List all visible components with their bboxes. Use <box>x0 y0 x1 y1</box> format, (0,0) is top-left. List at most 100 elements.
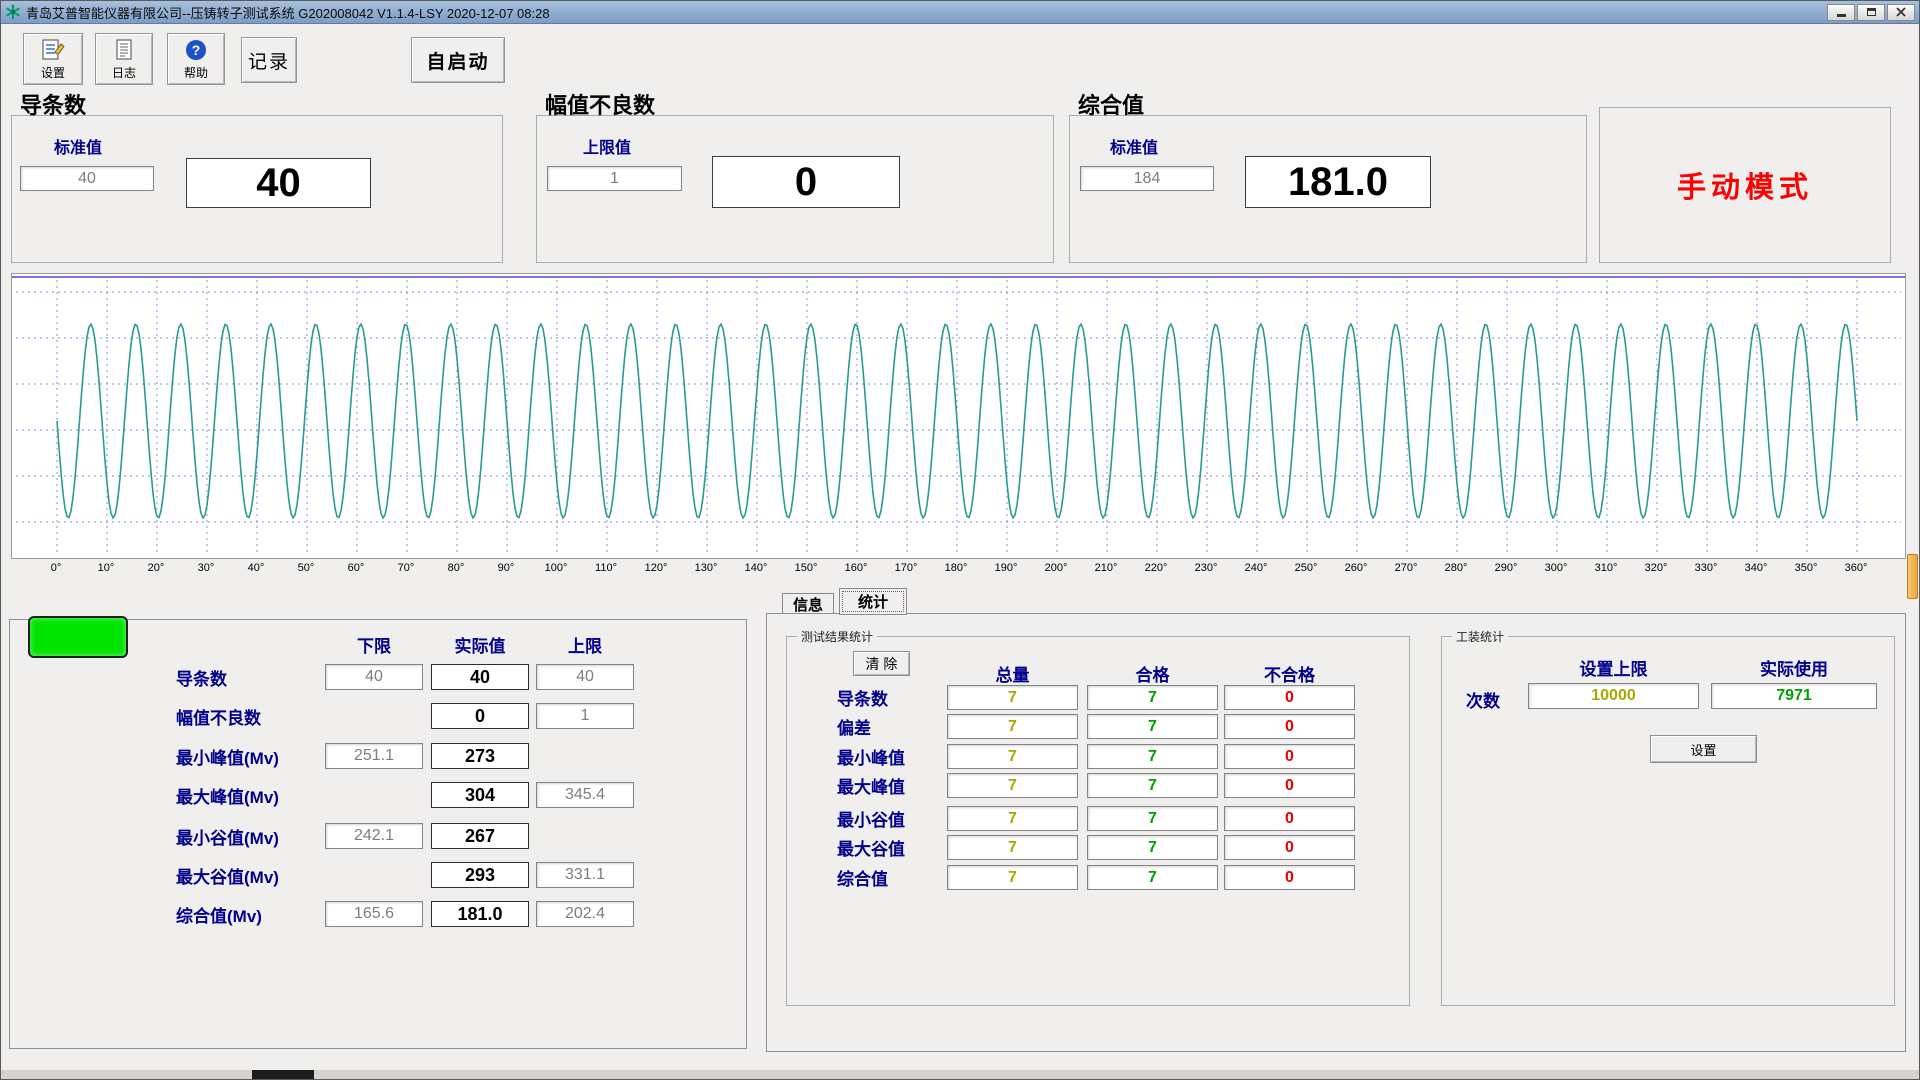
x-axis-tick: 120° <box>636 562 676 574</box>
stat-row-label: 最大峰值 <box>837 773 943 798</box>
composite-panel-title: 综合值 <box>1078 88 1144 120</box>
bar-count-std-input[interactable] <box>20 166 154 191</box>
actual-use-label: 实际使用 <box>1711 655 1877 680</box>
x-axis-tick: 340° <box>1736 562 1776 574</box>
x-axis-tick: 30° <box>186 562 226 574</box>
results-lower-header: 下限 <box>325 632 423 657</box>
result-actual-value: 0 <box>431 703 529 729</box>
titlebar: 青岛艾普智能仪器有限公司--压铸转子测试系统 G202008042 V1.1.4… <box>1 1 1919 24</box>
tab-stats[interactable]: 统计 <box>839 588 907 615</box>
tooling-settings-button-label: 设置 <box>1690 740 1716 759</box>
count-label: 次数 <box>1466 687 1500 712</box>
x-axis-tick: 220° <box>1136 562 1176 574</box>
tooling-settings-button[interactable]: 设置 <box>1650 735 1757 763</box>
x-axis-tick: 140° <box>736 562 776 574</box>
minimize-button[interactable] <box>1827 4 1855 21</box>
window-controls <box>1827 4 1915 21</box>
x-axis-tick: 280° <box>1436 562 1476 574</box>
result-actual-value: 40 <box>431 664 529 690</box>
scrollbar-thumb[interactable] <box>1907 554 1918 599</box>
result-lower-value: 242.1 <box>325 823 423 849</box>
minimize-icon <box>1837 14 1846 17</box>
close-button[interactable] <box>1887 4 1915 21</box>
amp-defect-limit-input[interactable] <box>547 166 682 191</box>
stat-pass-value: 7 <box>1087 685 1218 710</box>
x-axis-tick: 320° <box>1636 562 1676 574</box>
stat-total-value: 7 <box>947 865 1078 890</box>
stat-total-value: 7 <box>947 806 1078 831</box>
stat-row-label: 导条数 <box>837 685 943 710</box>
stat-total-value: 7 <box>947 685 1078 710</box>
bar-count-display: 40 <box>186 158 371 208</box>
x-axis-tick: 300° <box>1536 562 1576 574</box>
stat-pass-value: 7 <box>1087 806 1218 831</box>
x-axis-tick: 230° <box>1186 562 1226 574</box>
composite-std-input[interactable] <box>1080 166 1214 191</box>
test-stats-group: 测试结果统计 清 除 总量 合格 不合格 导条数770偏差770最小峰值770最… <box>786 636 1410 1006</box>
tab-stats-label: 统计 <box>858 591 888 612</box>
stat-row-label: 偏差 <box>837 714 943 739</box>
x-axis-tick: 60° <box>336 562 376 574</box>
x-axis-labels: 0°10°20°30°40°50°60°70°80°90°100°110°120… <box>11 562 1906 578</box>
x-axis-tick: 250° <box>1286 562 1326 574</box>
maximize-icon <box>1867 8 1876 16</box>
result-upper-value: 345.4 <box>536 782 634 808</box>
taskbar-strip <box>1 1070 1919 1079</box>
result-row-label: 综合值(Mv) <box>176 901 328 927</box>
stat-row-label: 最大谷值 <box>837 835 943 860</box>
x-axis-tick: 0° <box>36 562 76 574</box>
settings-icon <box>40 38 66 62</box>
clear-button[interactable]: 清 除 <box>853 651 910 676</box>
x-axis-tick: 240° <box>1236 562 1276 574</box>
app-window: 青岛艾普智能仪器有限公司--压铸转子测试系统 G202008042 V1.1.4… <box>0 0 1920 1080</box>
tooling-stats-group: 工装统计 设置上限 实际使用 次数 10000 7971 设置 <box>1441 636 1895 1006</box>
log-icon <box>113 38 135 62</box>
bar-count-panel-title: 导条数 <box>20 88 86 120</box>
stat-fail-value: 0 <box>1224 744 1355 769</box>
stat-pass-value: 7 <box>1087 835 1218 860</box>
stats-pass-header: 合格 <box>1087 661 1218 686</box>
results-actual-header: 实际值 <box>431 632 529 657</box>
mode-indicator: 手动模式 <box>1677 164 1813 206</box>
svg-text:?: ? <box>192 42 201 58</box>
x-axis-tick: 130° <box>686 562 726 574</box>
result-upper-value: 1 <box>536 703 634 729</box>
stat-total-value: 7 <box>947 744 1078 769</box>
test-stats-group-title: 测试结果统计 <box>797 628 877 645</box>
set-limit-value: 10000 <box>1528 683 1699 709</box>
help-toolbar-button[interactable]: ? 帮助 <box>167 33 225 85</box>
result-row-label: 最小谷值(Mv) <box>176 823 328 849</box>
result-row-label: 最大谷值(Mv) <box>176 862 328 888</box>
settings-toolbar-label: 设置 <box>41 64 65 81</box>
tab-info[interactable]: 信息 <box>782 593 834 615</box>
result-row-label: 导条数 <box>176 664 328 690</box>
x-axis-tick: 210° <box>1086 562 1126 574</box>
results-upper-header: 上限 <box>536 632 634 657</box>
record-button[interactable]: 记录 <box>241 37 297 83</box>
result-upper-value: 40 <box>536 664 634 690</box>
result-upper-value: 331.1 <box>536 862 634 888</box>
autostart-button[interactable]: 自启动 <box>411 37 505 83</box>
x-axis-tick: 100° <box>536 562 576 574</box>
amp-defect-limit-label: 上限值 <box>583 134 631 158</box>
log-toolbar-button[interactable]: 日志 <box>95 33 153 85</box>
set-limit-label: 设置上限 <box>1528 655 1699 680</box>
stats-fail-header: 不合格 <box>1224 661 1355 686</box>
result-row-label: 最小峰值(Mv) <box>176 743 328 769</box>
autostart-button-label: 自启动 <box>426 47 489 74</box>
x-axis-tick: 40° <box>236 562 276 574</box>
waveform-svg <box>12 274 1905 558</box>
settings-toolbar-button[interactable]: 设置 <box>23 33 83 85</box>
bar-count-panel: 导条数 标准值 40 <box>11 115 503 263</box>
x-axis-tick: 290° <box>1486 562 1526 574</box>
x-axis-tick: 260° <box>1336 562 1376 574</box>
result-lower-value: 251.1 <box>325 743 423 769</box>
log-toolbar-label: 日志 <box>112 64 136 81</box>
app-icon <box>5 4 21 20</box>
stats-total-header: 总量 <box>947 661 1078 686</box>
amp-defect-display: 0 <box>712 156 900 208</box>
x-axis-tick: 200° <box>1036 562 1076 574</box>
maximize-button[interactable] <box>1857 4 1885 21</box>
composite-std-label: 标准值 <box>1110 134 1158 158</box>
x-axis-tick: 90° <box>486 562 526 574</box>
